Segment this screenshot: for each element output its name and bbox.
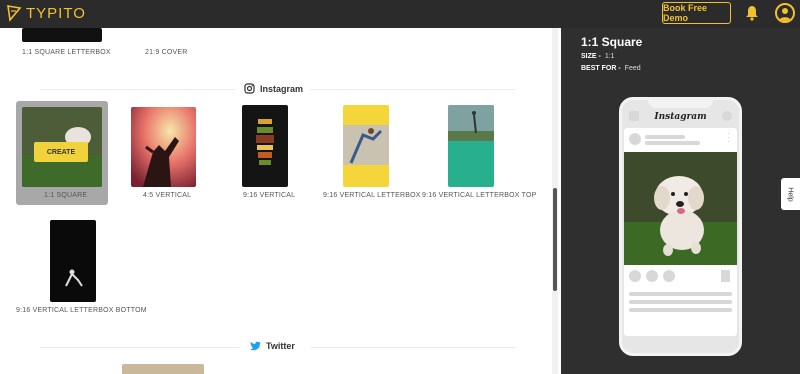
thumb-twitter-format[interactable] [122,364,204,374]
format-label: 9:16 VERTICAL [243,192,296,199]
preview-best-for: BEST FOR - Feed [581,65,641,72]
post-username-placeholder [645,135,685,139]
format-label: 1:1 SQUARE [44,192,88,199]
preview-panel: 1:1 Square SIZE -1:1 BEST FOR - Feed Inst… [561,28,800,374]
create-button[interactable]: CREATE [34,142,88,162]
divider [40,347,240,348]
typito-logo-icon [7,5,22,22]
bell-icon[interactable] [745,5,759,26]
comment-icon [646,270,658,282]
post-menu-icon: · · · [727,129,730,146]
phone-app-bar: Instagram [622,108,739,126]
preview-title: 1:1 Square [581,35,643,49]
section-heading-twitter: Twitter [250,341,295,351]
format-label: 4:5 VERTICAL [143,192,192,199]
user-avatar-icon[interactable] [775,3,795,23]
camera-icon [629,111,639,121]
scrollbar[interactable] [552,28,558,374]
divider [310,89,515,90]
bookmark-icon [721,270,730,282]
format-label: 9:16 VERTICAL LETTERBOX BOTTOM [16,307,147,314]
share-icon [663,270,675,282]
send-icon [722,111,732,121]
format-list[interactable]: 1:1 SQUARE LETTERBOX 21:9 COVER Instagra… [0,28,558,374]
format-label: 21:9 COVER [145,49,188,56]
typito-logo[interactable]: TYPITO [6,4,86,22]
phone-notch [648,100,713,108]
divider [310,347,515,348]
section-heading-instagram: Instagram [244,83,303,94]
preview-image [624,152,737,265]
caption-placeholder [629,300,732,304]
post-avatar [629,133,641,145]
preview-size: SIZE -1:1 [581,53,615,60]
thumb-9-16-letterbox[interactable] [343,105,389,187]
like-icon [629,270,641,282]
format-label: 1:1 SQUARE LETTERBOX [22,49,111,56]
thumb-4-5-vertical[interactable] [131,107,196,187]
help-tab[interactable]: Help [781,178,800,210]
thumb-9-16-vertical[interactable] [242,105,288,187]
phone-mockup: Instagram · · · [619,97,742,356]
caption-placeholder [629,292,732,296]
format-label: 9:16 VERTICAL LETTERBOX [323,192,421,199]
thumb-9-16-letterbox-bottom[interactable] [50,220,96,302]
phone-app-name: Instagram [654,112,707,122]
thumb-square-letterbox[interactable] [22,28,102,42]
post-location-placeholder [645,141,700,145]
app-name: TYPITO [26,4,86,22]
book-demo-button[interactable]: Book Free Demo [662,2,731,24]
top-bar: TYPITO Book Free Demo [0,0,800,28]
divider [40,89,235,90]
format-label: 9:16 VERTICAL LETTERBOX TOP [422,192,537,199]
twitter-icon [250,341,261,351]
preview-post: · · · [624,128,737,336]
thumb-9-16-letterbox-top[interactable] [448,105,494,187]
caption-placeholder [629,308,732,312]
instagram-icon [244,83,255,94]
help-label: Help [787,186,794,202]
scrollbar-thumb[interactable] [553,188,557,291]
